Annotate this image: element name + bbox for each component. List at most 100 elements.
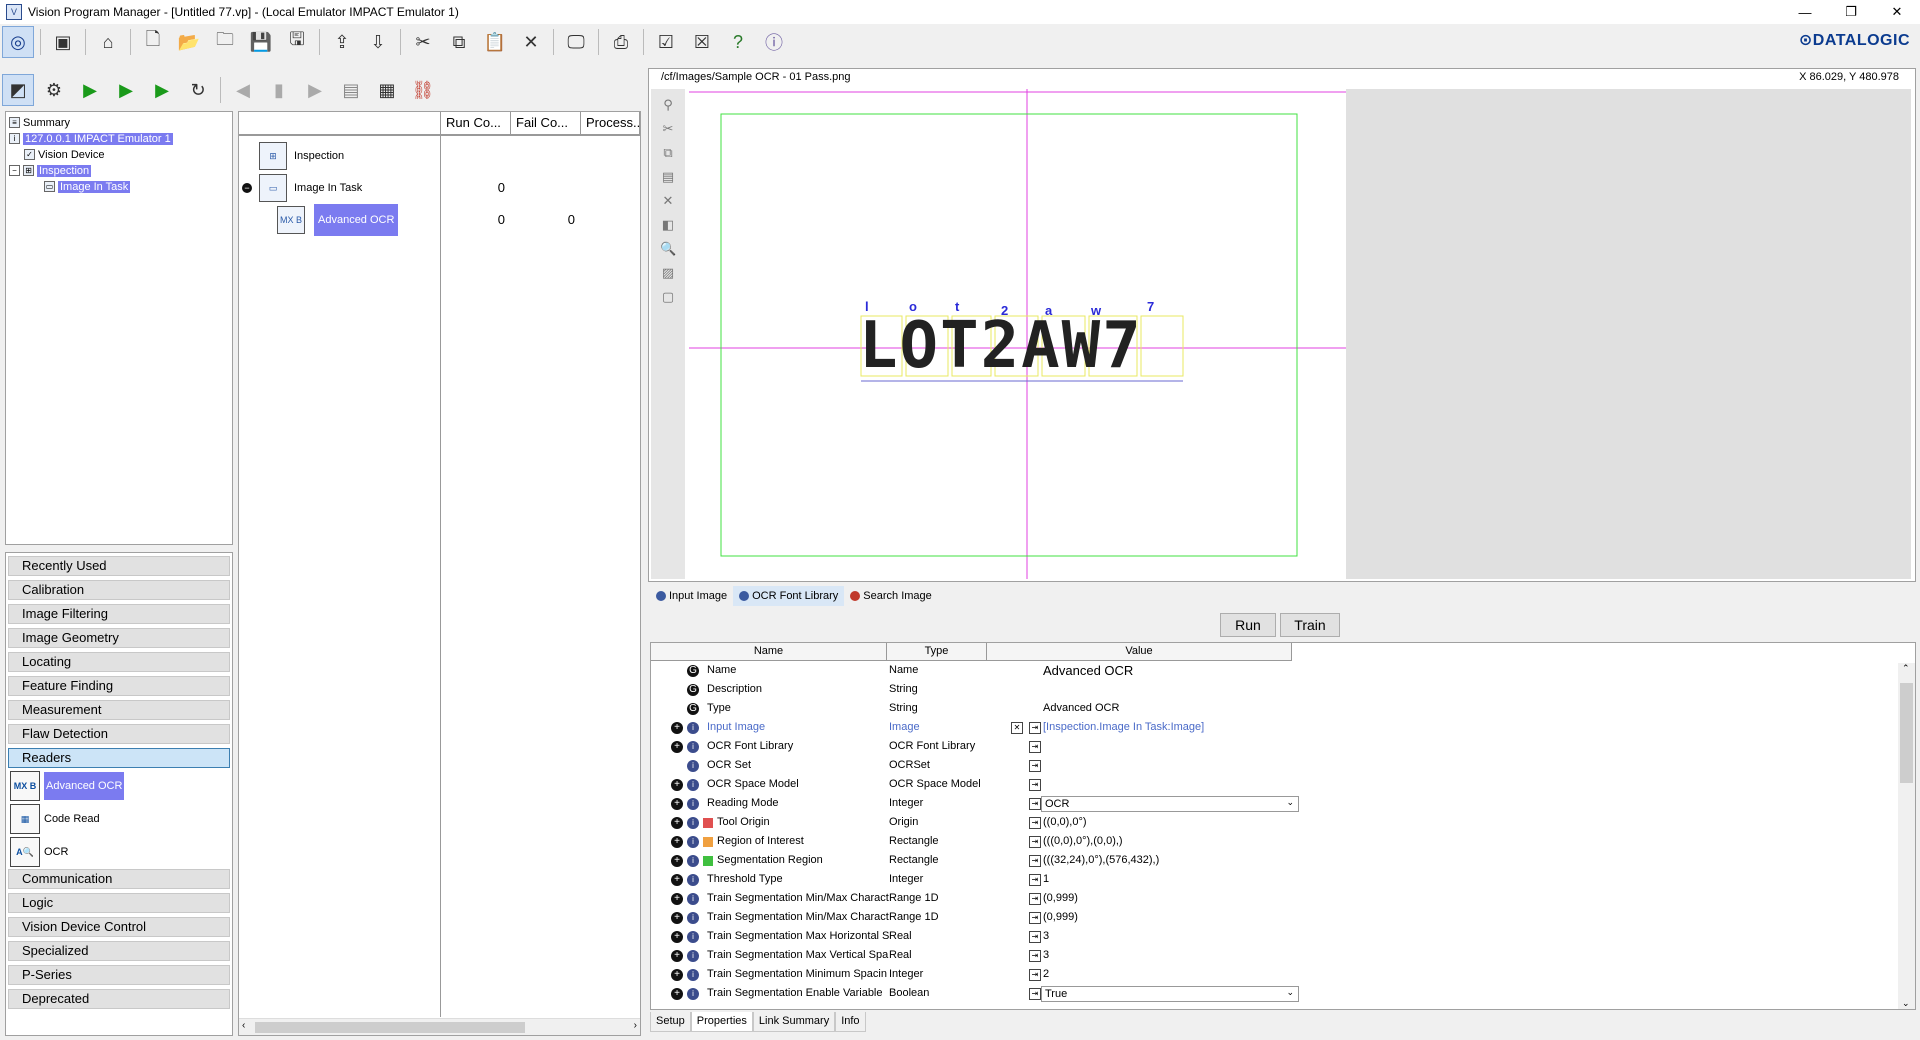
prop-row-train-seg-enable-variable[interactable]: + i Train Segmentation Enable Variable Bo… (651, 985, 1751, 1004)
category-image-geometry[interactable]: Image Geometry (8, 628, 230, 648)
delete-icon[interactable]: ✕ (515, 26, 547, 58)
cut-tool-icon[interactable]: ✂ (660, 121, 676, 137)
prop-row-tool-origin[interactable]: + i Tool Origin Origin ⇥ ((0,0),0°) (651, 814, 1751, 833)
column-process[interactable]: Process... (581, 112, 640, 136)
link-icon[interactable]: ⇥ (1029, 950, 1041, 962)
expand-icon[interactable]: + (671, 912, 683, 924)
expand-icon[interactable]: + (671, 931, 683, 943)
cut-icon[interactable]: ✂ (407, 26, 439, 58)
link-icon[interactable]: ⇥ (1029, 931, 1041, 943)
tool-advanced-ocr[interactable]: MX B Advanced OCR (10, 770, 125, 802)
print-icon[interactable]: ⎙ (605, 26, 637, 58)
counter-icon[interactable]: ▦ (371, 74, 403, 106)
link-icon[interactable]: ⇥ (1029, 855, 1041, 867)
image-area[interactable]: LOT2AW7 l o t 2 a w 7 (689, 89, 1346, 579)
category-p-series[interactable]: P-Series (8, 965, 230, 985)
expand-icon[interactable]: + (671, 950, 683, 962)
expand-icon[interactable]: + (671, 817, 683, 829)
tree-item-summary[interactable]: ≡ Summary (9, 115, 70, 130)
image-icon[interactable]: ▨ (660, 265, 676, 281)
expand-icon[interactable]: + (671, 722, 683, 734)
expand-icon[interactable]: + (671, 779, 683, 791)
link-icon[interactable]: ⇥ (1029, 779, 1041, 791)
collapse-node-icon[interactable]: − (242, 183, 252, 193)
folder-icon[interactable]: 🗀 (209, 26, 241, 58)
tab-ocr-font-library[interactable]: OCR Font Library (733, 586, 845, 606)
category-communication[interactable]: Communication (8, 869, 230, 889)
train-button[interactable]: Train (1280, 613, 1340, 637)
category-recently-used[interactable]: Recently Used (8, 556, 230, 576)
stop-icon[interactable]: ▣ (47, 26, 79, 58)
tab-input-image[interactable]: Input Image (650, 586, 733, 606)
pin-icon[interactable]: ⚲ (660, 97, 676, 113)
category-calibration[interactable]: Calibration (8, 580, 230, 600)
task-horizontal-scrollbar[interactable]: ‹ › (239, 1018, 640, 1035)
link-icon[interactable]: ⇥ (1029, 760, 1041, 772)
prop-row-train-seg-height[interactable]: + i Train Segmentation Min/Max Charact Ra… (651, 909, 1751, 928)
prop-row-train-seg-width[interactable]: + i Train Segmentation Min/Max Charact Ra… (651, 890, 1751, 909)
link-icon[interactable]: ⇥ (1029, 893, 1041, 905)
prop-row-train-seg-min-spacing[interactable]: + i Train Segmentation Minimum Spacin Int… (651, 966, 1751, 985)
tab-properties[interactable]: Properties (690, 1012, 753, 1032)
task-row-advanced-ocr[interactable]: MX B Advanced OCR 0 0 (239, 204, 640, 236)
copy-icon[interactable]: ⧉ (443, 26, 475, 58)
restore-button[interactable]: ❐ (1828, 0, 1874, 24)
tab-search-image[interactable]: Search Image (844, 586, 937, 606)
blank-icon[interactable]: ▢ (660, 289, 676, 305)
checklist-icon[interactable]: ☑ (650, 26, 682, 58)
scroll-thumb[interactable] (1900, 683, 1913, 783)
scroll-up-icon[interactable]: ⌃ (1902, 663, 1910, 674)
settings-tool-icon[interactable]: ⚙ (38, 74, 70, 106)
tab-link-summary[interactable]: Link Summary (752, 1012, 836, 1032)
prop-row-ocr-set[interactable]: i OCR Set OCRSet ⇥ (651, 757, 1751, 776)
close-button[interactable]: ✕ (1874, 0, 1920, 24)
prop-row-threshold-type[interactable]: + i Threshold Type Integer ⇥ 1 (651, 871, 1751, 890)
reading-mode-dropdown[interactable]: OCR ⌄ (1041, 796, 1299, 812)
prop-row-train-seg-max-v[interactable]: + i Train Segmentation Max Vertical Spa R… (651, 947, 1751, 966)
prop-row-ocr-font-library[interactable]: + i OCR Font Library OCR Font Library ⇥ (651, 738, 1751, 757)
column-fail-count[interactable]: Fail Co... (511, 112, 581, 136)
tool-code-read[interactable]: ▦ Code Read (10, 803, 100, 835)
run-icon[interactable]: ▶ (74, 74, 106, 106)
download-icon[interactable]: ⇩ (362, 26, 394, 58)
prop-row-train-seg-max-h[interactable]: + i Train Segmentation Max Horizontal S R… (651, 928, 1751, 947)
link-icon[interactable]: ⇥ (1029, 741, 1041, 753)
link-icon[interactable]: ⇥ (1029, 912, 1041, 924)
zoom-icon[interactable]: 🔍 (660, 241, 676, 257)
category-locating[interactable]: Locating (8, 652, 230, 672)
prop-row-segmentation-region[interactable]: + i Segmentation Region Rectangle ⇥ (((32… (651, 852, 1751, 871)
run-button[interactable]: Run (1220, 613, 1276, 637)
expand-icon[interactable]: + (671, 969, 683, 981)
prop-row-type[interactable]: G Type String Advanced OCR (651, 700, 1751, 719)
link-icon[interactable]: ⇥ (1029, 722, 1041, 734)
minimize-button[interactable]: — (1782, 0, 1828, 24)
link-icon[interactable]: ⇥ (1029, 798, 1041, 810)
save-icon[interactable]: 💾 (245, 26, 277, 58)
run-once-icon[interactable]: ▶ (110, 74, 142, 106)
loop-icon[interactable]: ↻ (182, 74, 214, 106)
copy-tool-icon[interactable]: ⧉ (660, 145, 676, 161)
tree-item-inspection[interactable]: − ⊞ Inspection (9, 163, 92, 178)
image-canvas[interactable]: LOT2AW7 l o t 2 a w 7 (689, 89, 1911, 579)
properties-scrollbar[interactable]: ⌃ ⌄ (1898, 663, 1915, 1009)
enable-variable-dropdown[interactable]: True ⌄ (1041, 986, 1299, 1002)
link-icon[interactable]: ⇥ (1029, 969, 1041, 981)
prop-row-reading-mode[interactable]: + i Reading Mode Integer ⇥ OCR ⌄ (651, 795, 1751, 814)
collapse-icon[interactable]: − (9, 165, 20, 176)
tab-setup[interactable]: Setup (650, 1012, 691, 1032)
tree-item-vision-device[interactable]: ✓ Vision Device (24, 147, 104, 162)
prop-row-region-of-interest[interactable]: + i Region of Interest Rectangle ⇥ (((0,0… (651, 833, 1751, 852)
next-icon[interactable]: ▶ (299, 74, 331, 106)
expand-icon[interactable]: + (671, 874, 683, 886)
column-run-count[interactable]: Run Co... (441, 112, 511, 136)
expand-icon[interactable]: + (671, 741, 683, 753)
clear-link-icon[interactable]: ✕ (1011, 722, 1023, 734)
prop-row-description[interactable]: G Description String (651, 681, 1751, 700)
task-row-inspection[interactable]: ⊞ Inspection (239, 140, 640, 172)
paste-tool-icon[interactable]: ▤ (660, 169, 676, 185)
checklist-alert-icon[interactable]: ☒ (686, 26, 718, 58)
overlay-icon[interactable]: ◧ (660, 217, 676, 233)
link-icon[interactable]: ⇥ (1029, 988, 1041, 1000)
home-icon[interactable]: ⌂ (92, 26, 124, 58)
delete-tool-icon[interactable]: ✕ (660, 193, 676, 209)
